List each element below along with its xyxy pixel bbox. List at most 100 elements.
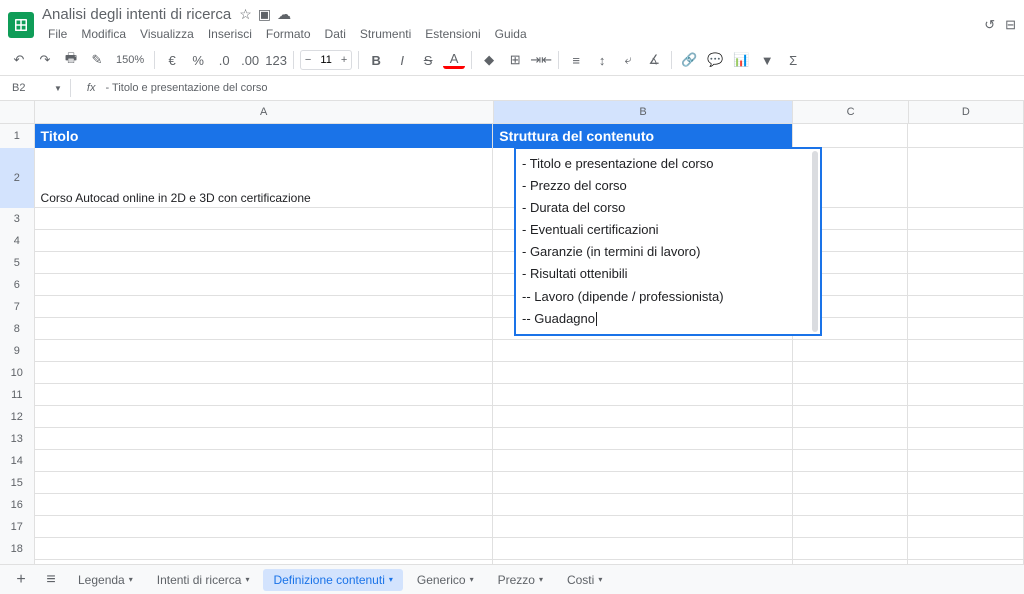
merge-button[interactable]: ⇥⇤ [530,49,552,71]
print-button[interactable]: 🖶 [60,49,82,71]
row-header[interactable]: 10 [0,362,35,384]
cell[interactable] [493,472,793,494]
row-header[interactable]: 16 [0,494,35,516]
menu-item[interactable]: Formato [260,25,317,43]
cell[interactable] [493,340,793,362]
column-header[interactable]: A [35,101,494,123]
menu-item[interactable]: Strumenti [354,25,417,43]
tab-menu-arrow-icon[interactable]: ▾ [389,575,393,584]
cell[interactable] [35,384,494,406]
cell[interactable] [793,428,909,450]
chart-button[interactable]: 📊 [730,49,752,71]
comment-icon[interactable]: ⊟ [1005,17,1016,33]
row-header[interactable]: 7 [0,296,35,318]
v-align-button[interactable]: ↕ [591,49,613,71]
tab-menu-arrow-icon[interactable]: ▾ [598,575,602,584]
redo-button[interactable]: ↷ [34,49,56,71]
text-color-button[interactable]: A [443,51,465,69]
star-icon[interactable]: ☆ [239,6,252,23]
history-icon[interactable]: ↺ [984,17,995,33]
cell[interactable] [908,538,1024,560]
sheet-tab[interactable]: Legenda▾ [68,569,143,591]
menu-item[interactable]: Guida [489,25,533,43]
row-header[interactable]: 2 [0,148,35,208]
move-icon[interactable]: ▣ [258,6,271,23]
tab-menu-arrow-icon[interactable]: ▾ [470,575,474,584]
row-header[interactable]: 15 [0,472,35,494]
cell[interactable] [35,274,494,296]
strikethrough-button[interactable]: S [417,49,439,71]
increase-decimals-button[interactable]: .00 [239,49,261,71]
sheet-tab[interactable]: Intenti di ricerca▾ [147,569,260,591]
rotate-text-button[interactable]: ∡ [643,49,665,71]
row-header[interactable]: 8 [0,318,35,340]
cell[interactable] [493,406,793,428]
cell[interactable] [493,384,793,406]
functions-button[interactable]: Σ [782,49,804,71]
fill-color-button[interactable]: ◆ [478,49,500,71]
cell[interactable] [793,516,909,538]
cell[interactable] [908,296,1024,318]
cell[interactable] [35,208,494,230]
cell[interactable] [793,124,909,148]
cell[interactable] [908,148,1024,208]
tab-menu-arrow-icon[interactable]: ▾ [129,575,133,584]
row-header[interactable]: 9 [0,340,35,362]
cell[interactable] [35,406,494,428]
cell[interactable] [793,406,909,428]
row-header[interactable]: 18 [0,538,35,560]
cell[interactable] [493,538,793,560]
h-align-button[interactable]: ≡ [565,49,587,71]
cell[interactable] [35,516,494,538]
cell[interactable] [793,472,909,494]
cell[interactable] [493,450,793,472]
zoom-select[interactable]: 150% [112,54,148,66]
undo-button[interactable]: ↶ [8,49,30,71]
cell[interactable] [35,538,494,560]
font-size-input[interactable] [315,54,337,66]
cell[interactable] [908,406,1024,428]
cell[interactable] [793,362,909,384]
font-size-increase[interactable]: + [337,54,351,66]
cell[interactable] [493,494,793,516]
cell-editor[interactable]: - Titolo e presentazione del corso- Prez… [514,147,822,336]
cell[interactable] [908,340,1024,362]
cell[interactable] [35,472,494,494]
sheet-tab[interactable]: Costi▾ [557,569,612,591]
menu-item[interactable]: Dati [319,25,352,43]
cell[interactable] [793,450,909,472]
row-header[interactable]: 11 [0,384,35,406]
cell[interactable] [35,362,494,384]
column-header[interactable]: C [793,101,908,123]
cell[interactable] [793,340,909,362]
namebox-arrow-icon[interactable]: ▼ [54,84,62,93]
row-header[interactable]: 17 [0,516,35,538]
cell[interactable] [908,494,1024,516]
comment-button[interactable]: 💬 [704,49,726,71]
editor-scrollbar[interactable] [812,151,818,332]
row-header[interactable]: 5 [0,252,35,274]
cell[interactable] [793,494,909,516]
bold-button[interactable]: B [365,49,387,71]
row-header[interactable]: 1 [0,124,35,148]
borders-button[interactable]: ⊞ [504,49,526,71]
cell[interactable] [793,384,909,406]
cell[interactable] [35,340,494,362]
currency-button[interactable]: € [161,49,183,71]
select-all-corner[interactable] [0,101,35,123]
cell[interactable] [793,538,909,560]
cell[interactable] [908,124,1024,148]
cell[interactable]: Struttura del contenuto [493,124,793,148]
cell[interactable] [908,428,1024,450]
row-header[interactable]: 14 [0,450,35,472]
cell[interactable] [908,384,1024,406]
menu-item[interactable]: File [42,25,73,43]
add-sheet-button[interactable]: + [8,569,34,591]
decrease-decimals-button[interactable]: .0 [213,49,235,71]
more-formats-button[interactable]: 123 [265,49,287,71]
name-box[interactable]: B2 [8,80,48,96]
sheet-tab[interactable]: Generico▾ [407,569,484,591]
link-button[interactable]: 🔗 [678,49,700,71]
italic-button[interactable]: I [391,49,413,71]
cell[interactable] [35,428,494,450]
